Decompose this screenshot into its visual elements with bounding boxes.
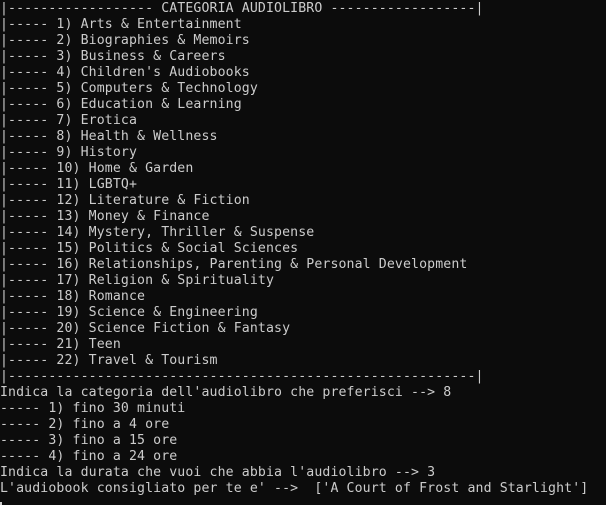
category-option: |----- 5) Computers & Technology xyxy=(0,81,258,96)
category-option: |----- 20) Science Fiction & Fantasy xyxy=(0,321,291,336)
duration-prompt: Indica la durata che vuoi che abbia l'au… xyxy=(0,465,436,480)
category-option: |----- 6) Education & Learning xyxy=(0,97,242,112)
category-option: |----- 7) Erotica xyxy=(0,113,138,128)
duration-option: ----- 1) fino 30 minuti xyxy=(0,401,186,416)
category-option: |----- 12) Literature & Fiction xyxy=(0,193,250,208)
menu-footer: |---------------------------------------… xyxy=(0,369,484,384)
category-option: |----- 11) LGBTQ+ xyxy=(0,177,138,192)
category-option: |----- 19) Science & Engineering xyxy=(0,305,258,320)
category-prompt: Indica la categoria dell'audiolibro che … xyxy=(0,385,452,400)
category-option: |----- 9) History xyxy=(0,145,138,160)
category-option: |----- 4) Children's Audiobooks xyxy=(0,65,250,80)
category-option: |----- 17) Religion & Spirituality xyxy=(0,273,275,288)
duration-option: ----- 4) fino a 24 ore xyxy=(0,449,178,464)
category-option: |----- 8) Health & Wellness xyxy=(0,129,218,144)
category-option: |----- 14) Mystery, Thriller & Suspense xyxy=(0,225,315,240)
category-option: |----- 13) Money & Finance xyxy=(0,209,210,224)
category-option: |----- 18) Romance xyxy=(0,289,146,304)
duration-option: ----- 3) fino a 15 ore xyxy=(0,433,178,448)
category-option: |----- 15) Politics & Social Sciences xyxy=(0,241,299,256)
recommendation-result: L'audiobook consigliato per te e' --> ['… xyxy=(0,481,589,496)
category-option: |----- 16) Relationships, Parenting & Pe… xyxy=(0,257,468,272)
terminal-window[interactable]: |------------------ CATEGORIA AUDIOLIBRO… xyxy=(0,0,606,505)
category-option: |----- 10) Home & Garden xyxy=(0,161,194,176)
category-option: |----- 2) Biographies & Memoirs xyxy=(0,33,250,48)
category-option: |----- 21) Teen xyxy=(0,337,121,352)
category-option: |----- 22) Travel & Tourism xyxy=(0,353,218,368)
duration-option: ----- 2) fino a 4 ore xyxy=(0,417,170,432)
menu-header: |------------------ CATEGORIA AUDIOLIBRO… xyxy=(0,1,484,16)
category-option: |----- 3) Business & Careers xyxy=(0,49,226,64)
category-option: |----- 1) Arts & Entertainment xyxy=(0,17,242,32)
